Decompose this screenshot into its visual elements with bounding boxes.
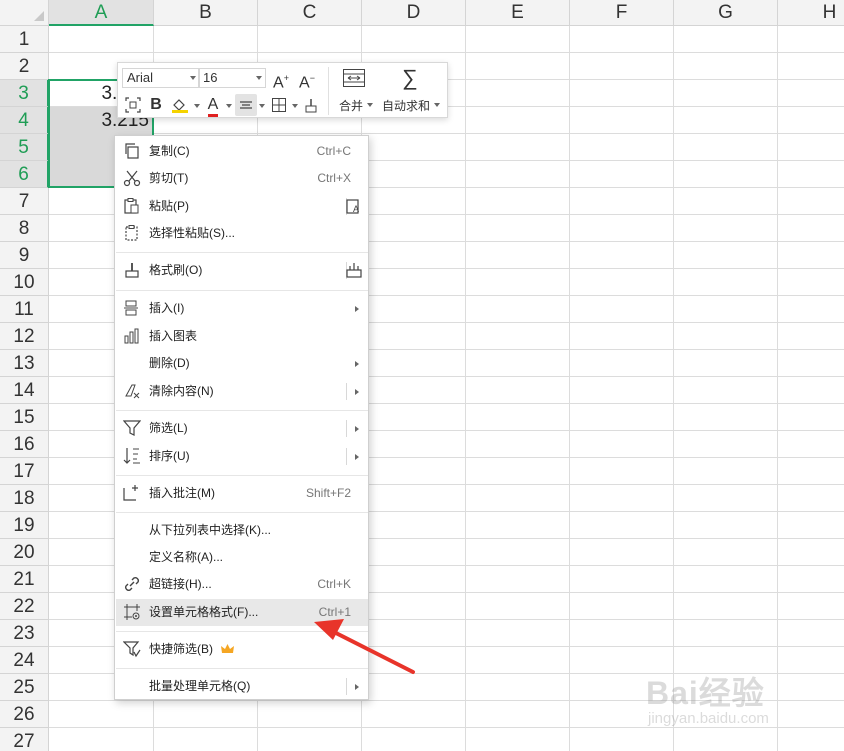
annotation-arrow-icon	[314, 619, 415, 674]
watermark-brand: Bai经验	[646, 675, 765, 711]
watermark-url: jingyan.baidu.com	[648, 710, 769, 727]
watermark: Bai经验 jingyan.baidu.com	[640, 668, 840, 738]
